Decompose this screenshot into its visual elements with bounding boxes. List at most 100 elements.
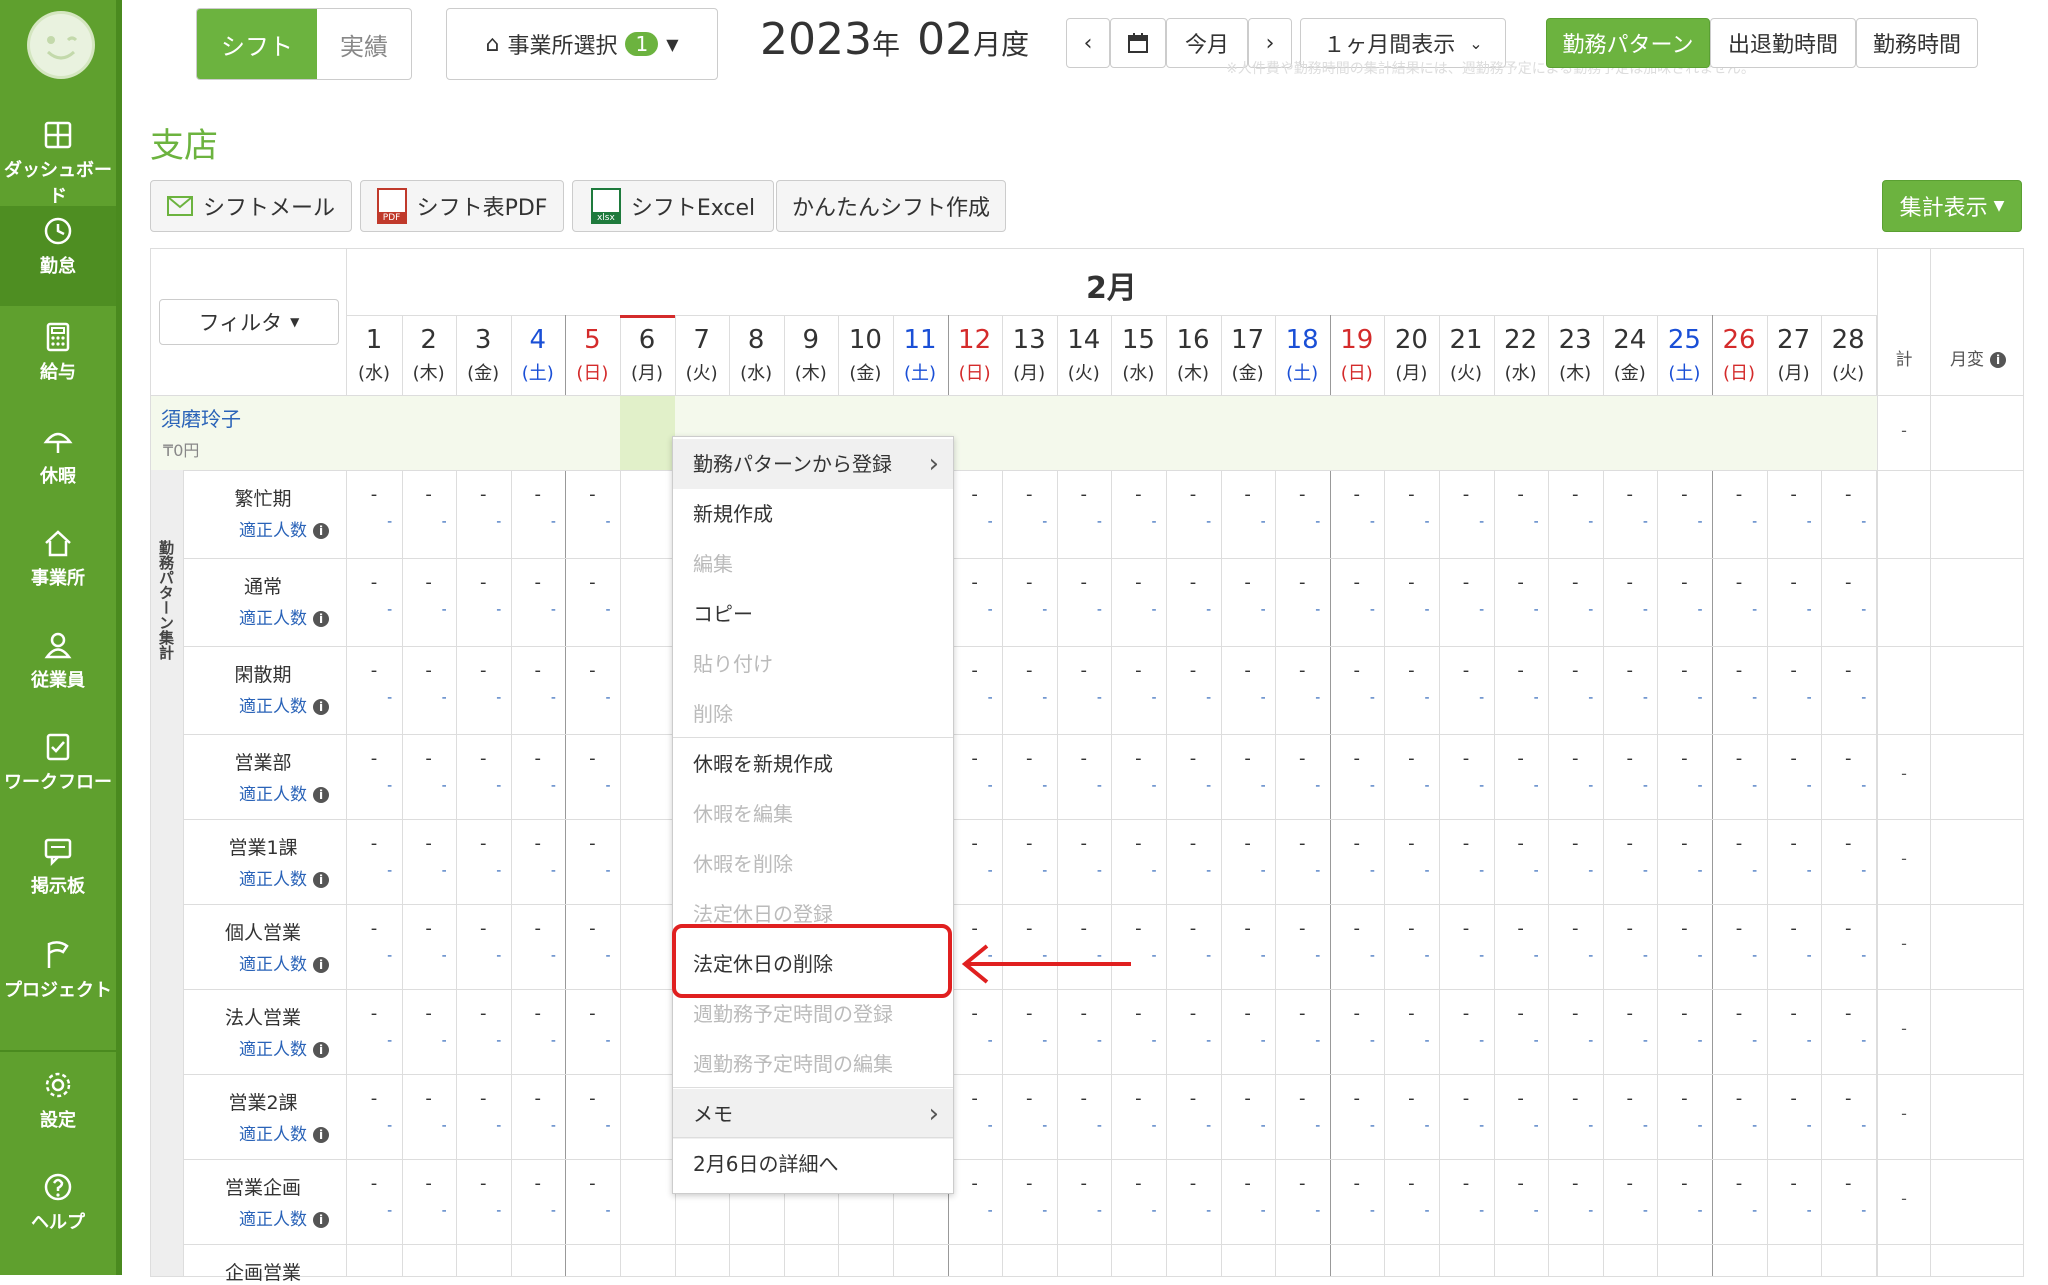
cell-value[interactable]: -	[1439, 918, 1493, 939]
cell-value[interactable]: -	[1712, 918, 1766, 939]
cell-value[interactable]: -	[1221, 484, 1275, 505]
tab-shift[interactable]: シフト	[197, 9, 317, 79]
cell-value[interactable]: -	[1712, 1173, 1766, 1194]
cell-value[interactable]: -	[1330, 1003, 1384, 1024]
cell-value[interactable]: -	[347, 572, 401, 593]
cell-value[interactable]: -	[1057, 748, 1111, 769]
employee-row[interactable]	[151, 396, 1877, 470]
cell-value[interactable]: -	[511, 1003, 565, 1024]
view-inout-button[interactable]: 出退勤時間	[1710, 18, 1856, 68]
cell-value[interactable]: -	[565, 833, 619, 854]
menu-item-15[interactable]: 2月6日の詳細へ	[673, 1139, 953, 1189]
cell-value[interactable]: -	[1657, 748, 1711, 769]
cell-value[interactable]: -	[1548, 572, 1602, 593]
cell-value[interactable]: -	[511, 1088, 565, 1109]
cell-value[interactable]: -	[1494, 1088, 1548, 1109]
cell-value[interactable]: -	[1002, 833, 1056, 854]
cell-value[interactable]: -	[1712, 572, 1766, 593]
cell-value[interactable]: -	[565, 484, 619, 505]
info-icon[interactable]: i	[313, 611, 329, 627]
cell-value[interactable]: -	[1275, 572, 1329, 593]
cell-value[interactable]: -	[456, 660, 510, 681]
cell-value[interactable]: -	[1821, 918, 1875, 939]
cell-value[interactable]: -	[1657, 833, 1711, 854]
cell-value[interactable]: -	[1657, 918, 1711, 939]
cell-value[interactable]: -	[1221, 572, 1275, 593]
cell-value[interactable]: -	[565, 918, 619, 939]
cell-value[interactable]: -	[1821, 1003, 1875, 1024]
cell-value[interactable]: -	[1275, 484, 1329, 505]
info-icon[interactable]: i	[313, 957, 329, 973]
cell-value[interactable]: -	[1821, 660, 1875, 681]
info-icon[interactable]: i	[313, 523, 329, 539]
cell-value[interactable]: -	[1548, 1173, 1602, 1194]
menu-item-14[interactable]: メモ ›	[673, 1089, 953, 1139]
cell-value[interactable]: -	[1767, 660, 1821, 681]
cell-value[interactable]: -	[1657, 1003, 1711, 1024]
cell-value[interactable]: -	[1548, 660, 1602, 681]
cell-value[interactable]: -	[347, 1003, 401, 1024]
sidebar-item-gear[interactable]: 設定	[0, 1060, 116, 1164]
sidebar-item-calculator[interactable]: 給与	[0, 312, 116, 416]
cell-value[interactable]: -	[1439, 833, 1493, 854]
cell-value[interactable]: -	[402, 1173, 456, 1194]
cell-value[interactable]: -	[1384, 833, 1438, 854]
cell-value[interactable]: -	[1603, 484, 1657, 505]
cell-value[interactable]: -	[1057, 833, 1111, 854]
cell-value[interactable]: -	[347, 833, 401, 854]
cell-value[interactable]: -	[1439, 660, 1493, 681]
cell-value[interactable]: -	[1657, 484, 1711, 505]
cell-value[interactable]: -	[511, 748, 565, 769]
cell-value[interactable]: -	[1603, 1003, 1657, 1024]
cell-value[interactable]: -	[511, 484, 565, 505]
cell-value[interactable]: -	[1275, 660, 1329, 681]
tab-actual[interactable]: 実績	[317, 9, 411, 79]
cell-value[interactable]: -	[1166, 484, 1220, 505]
cell-value[interactable]: -	[1439, 1003, 1493, 1024]
cell-value[interactable]: -	[565, 1088, 619, 1109]
cell-value[interactable]: -	[1603, 748, 1657, 769]
cell-value[interactable]: -	[1603, 918, 1657, 939]
cell-value[interactable]: -	[1767, 484, 1821, 505]
cell-value[interactable]: -	[511, 833, 565, 854]
cell-value[interactable]: -	[1002, 572, 1056, 593]
info-icon[interactable]: i	[313, 872, 329, 888]
cell-value[interactable]: -	[1603, 1173, 1657, 1194]
cell-value[interactable]: -	[456, 833, 510, 854]
cell-value[interactable]: -	[948, 660, 1002, 681]
info-icon[interactable]: i	[313, 787, 329, 803]
cell-value[interactable]: -	[1821, 1173, 1875, 1194]
cell-value[interactable]: -	[1767, 572, 1821, 593]
cell-value[interactable]: -	[511, 660, 565, 681]
cell-value[interactable]: -	[402, 484, 456, 505]
office-select-dropdown[interactable]: ⌂ 事業所選択 1 ▼	[446, 8, 718, 80]
cell-value[interactable]: -	[1221, 748, 1275, 769]
cell-value[interactable]: -	[1548, 918, 1602, 939]
cell-value[interactable]: -	[1057, 484, 1111, 505]
cell-value[interactable]: -	[1548, 833, 1602, 854]
cell-value[interactable]: -	[1275, 1088, 1329, 1109]
cell-value[interactable]: -	[1057, 572, 1111, 593]
cell-value[interactable]: -	[1548, 484, 1602, 505]
cell-value[interactable]: -	[1439, 1173, 1493, 1194]
menu-item-4[interactable]: コピー	[673, 589, 953, 639]
cell-value[interactable]: -	[347, 1088, 401, 1109]
cell-value[interactable]: -	[1384, 1003, 1438, 1024]
cell-value[interactable]: -	[1330, 660, 1384, 681]
cell-value[interactable]: -	[1166, 748, 1220, 769]
cell-value[interactable]: -	[948, 748, 1002, 769]
cell-value[interactable]: -	[1494, 748, 1548, 769]
cell-value[interactable]: -	[511, 918, 565, 939]
cell-value[interactable]: -	[1767, 918, 1821, 939]
prev-month-button[interactable]: ‹	[1066, 18, 1110, 68]
cell-value[interactable]: -	[1275, 1003, 1329, 1024]
cell-value[interactable]: -	[1221, 1088, 1275, 1109]
cell-value[interactable]: -	[1111, 660, 1165, 681]
info-icon[interactable]: i	[313, 1127, 329, 1143]
cell-value[interactable]: -	[1657, 1173, 1711, 1194]
cell-value[interactable]: -	[565, 660, 619, 681]
cell-value[interactable]: -	[565, 1003, 619, 1024]
cell-value[interactable]: -	[1057, 918, 1111, 939]
cell-value[interactable]: -	[1330, 572, 1384, 593]
cell-value[interactable]: -	[948, 1003, 1002, 1024]
